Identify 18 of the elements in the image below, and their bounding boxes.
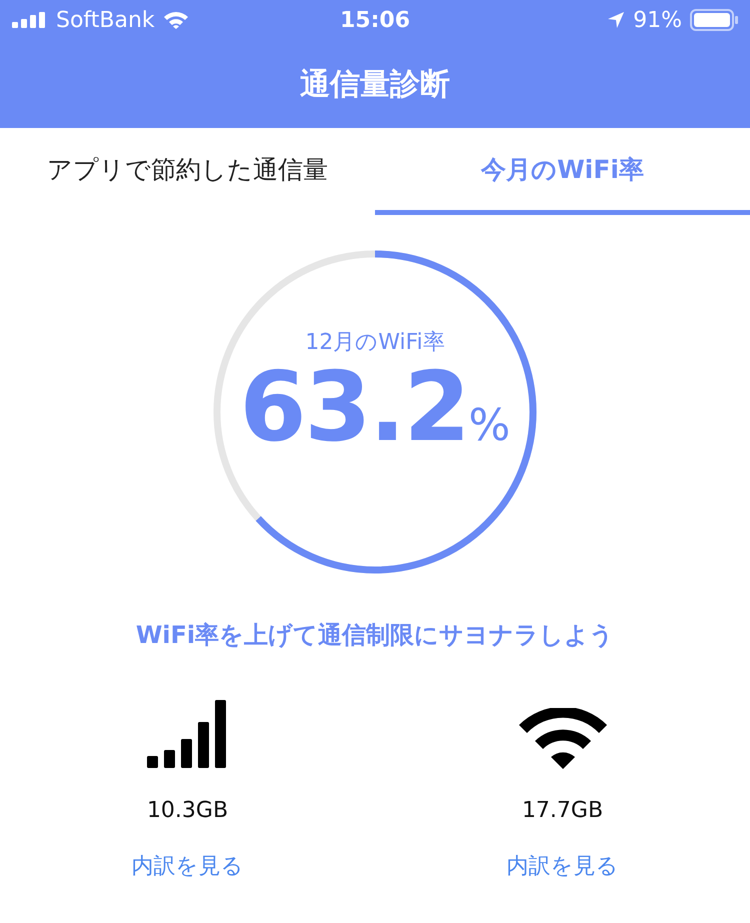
signal-icon <box>12 12 48 28</box>
breakdown-link[interactable]: 内訳を見る <box>506 851 618 881</box>
carrier-name: SoftBank <box>56 8 155 32</box>
gauge-caption: 12月のWiFi率 <box>305 328 445 357</box>
battery-icon <box>690 9 738 31</box>
tip-message: WiFi率を上げて通信制限にサヨナラしよう <box>134 620 616 651</box>
wifi-icon <box>518 708 608 770</box>
breakdown-link[interactable]: 内訳を見る <box>132 851 244 881</box>
wifi-rate-value: 63.2 <box>240 356 469 458</box>
percent-unit: % <box>468 400 510 451</box>
screen-title: 通信量診断 <box>300 66 450 104</box>
location-arrow-icon <box>607 11 626 29</box>
data-amount: 10.3GB <box>146 798 228 823</box>
data-amount: 17.7GB <box>522 798 604 823</box>
battery-percent: 91% <box>633 8 682 32</box>
clock: 15:06 <box>340 8 410 32</box>
wifi-icon <box>162 11 189 29</box>
signal-bars-icon <box>146 700 228 770</box>
